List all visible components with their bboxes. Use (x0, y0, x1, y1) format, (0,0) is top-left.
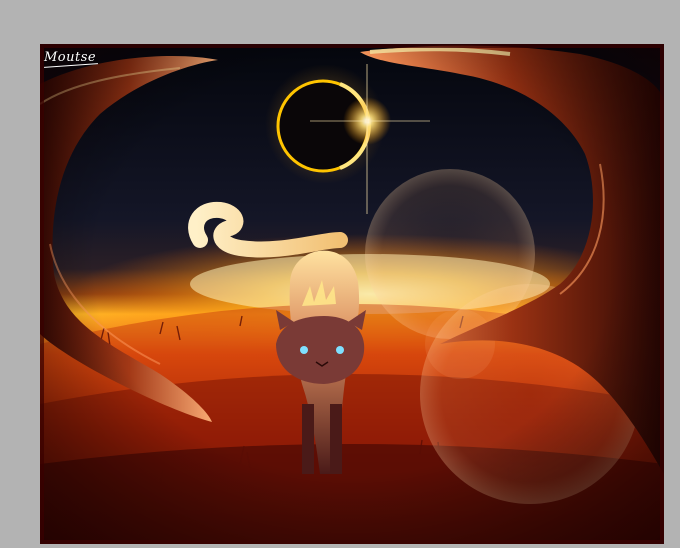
artist-signature: Moutse (40, 48, 100, 67)
canvas-area: Moutse (0, 0, 680, 548)
artwork-illustration (40, 44, 664, 544)
artwork-canvas: Moutse (40, 44, 664, 544)
